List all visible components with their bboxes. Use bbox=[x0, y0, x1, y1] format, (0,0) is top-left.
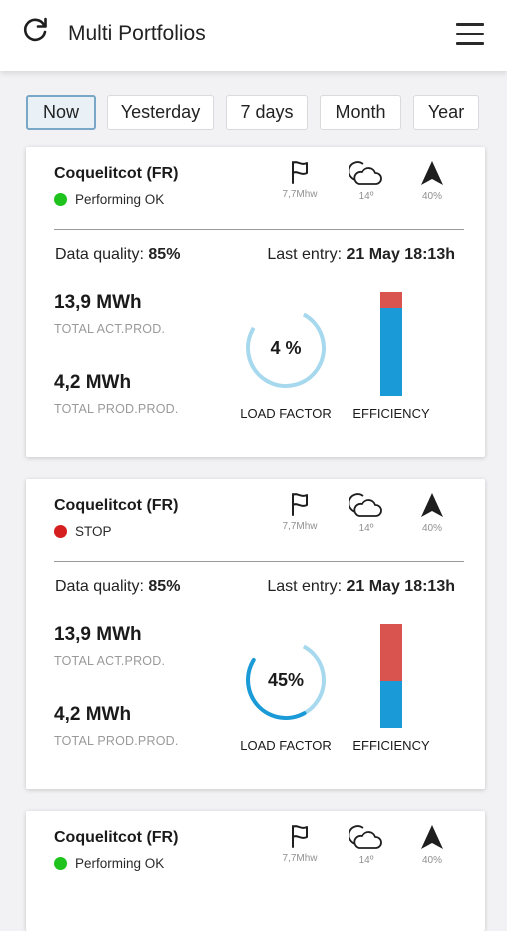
status-text: Performing OK bbox=[75, 192, 165, 207]
partly-cloudy-icon bbox=[341, 823, 391, 851]
weather-temp: 14º bbox=[341, 823, 391, 866]
status-indicator: Performing OK bbox=[54, 856, 164, 872]
total-prod-prod-label: TOTAL PROD.PROD. bbox=[54, 734, 179, 748]
tab-month[interactable]: Month bbox=[320, 95, 401, 130]
refresh-icon[interactable] bbox=[22, 16, 50, 44]
status-text: STOP bbox=[75, 524, 112, 539]
weather-temp: 14º bbox=[341, 159, 391, 202]
portfolio-card[interactable]: Coquelitcot (FR) Performing OK 7,7Mhw 14… bbox=[26, 811, 485, 931]
status-dot bbox=[54, 524, 67, 538]
weather-power: 7,7Mhw bbox=[275, 823, 325, 864]
status-indicator: Performing OK bbox=[54, 192, 164, 208]
tab-now[interactable]: Now bbox=[26, 95, 96, 130]
status-dot bbox=[54, 192, 67, 206]
load-factor-value: 4 % bbox=[270, 338, 302, 358]
status-indicator: STOP bbox=[54, 524, 112, 540]
navigation-arrow-icon bbox=[407, 491, 457, 519]
data-quality: Data quality: 85% bbox=[55, 246, 181, 263]
portfolio-card[interactable]: Coquelitcot (FR) STOP 7,7Mhw 14º 40% Dat… bbox=[26, 479, 485, 789]
site-name: Coquelitcot (FR) bbox=[54, 165, 179, 182]
load-factor-value: 45% bbox=[267, 670, 305, 690]
weather-power: 7,7Mhw bbox=[275, 491, 325, 532]
flag-icon bbox=[275, 491, 325, 517]
wind-value: 40% bbox=[421, 855, 442, 866]
temperature-value: 14º bbox=[358, 523, 374, 534]
top-bar: Multi Portfolios bbox=[0, 0, 507, 71]
total-act-prod-label: TOTAL ACT.PROD. bbox=[54, 654, 166, 668]
total-prod-prod-label: TOTAL PROD.PROD. bbox=[54, 402, 179, 416]
weather-wind: 40% bbox=[407, 159, 457, 202]
wind-value: 40% bbox=[421, 523, 442, 534]
status-text: Performing OK bbox=[75, 856, 165, 871]
page-title: Multi Portfolios bbox=[68, 22, 206, 45]
power-value: 7,7Mhw bbox=[282, 521, 318, 532]
temperature-value: 14º bbox=[358, 191, 374, 202]
load-factor-label: LOAD FACTOR bbox=[240, 738, 332, 753]
partly-cloudy-icon bbox=[341, 159, 391, 187]
tab-yesterday[interactable]: Yesterday bbox=[107, 95, 214, 130]
weather-power: 7,7Mhw bbox=[275, 159, 325, 200]
total-prod-prod-value: 4,2 MWh bbox=[54, 372, 132, 393]
navigation-arrow-icon bbox=[407, 159, 457, 187]
efficiency-bar bbox=[380, 624, 402, 728]
last-entry: Last entry: 21 May 18:13h bbox=[267, 578, 455, 595]
flag-icon bbox=[275, 823, 325, 849]
efficiency-fill bbox=[380, 681, 402, 728]
divider bbox=[54, 229, 464, 230]
data-quality: Data quality: 85% bbox=[55, 578, 181, 595]
efficiency-fill bbox=[380, 307, 402, 396]
efficiency-label: EFFICIENCY bbox=[352, 738, 430, 753]
tab-7-days[interactable]: 7 days bbox=[226, 95, 308, 130]
divider bbox=[54, 561, 464, 562]
efficiency-label: EFFICIENCY bbox=[352, 406, 430, 421]
power-value: 7,7Mhw bbox=[282, 853, 318, 864]
wind-value: 40% bbox=[421, 191, 442, 202]
hamburger-menu-icon[interactable] bbox=[456, 23, 484, 47]
load-factor-label: LOAD FACTOR bbox=[240, 406, 332, 421]
status-dot bbox=[54, 856, 67, 870]
navigation-arrow-icon bbox=[407, 823, 457, 851]
partly-cloudy-icon bbox=[341, 491, 391, 519]
total-act-prod-value: 13,9 MWh bbox=[54, 292, 142, 313]
power-value: 7,7Mhw bbox=[282, 189, 318, 200]
total-prod-prod-value: 4,2 MWh bbox=[54, 704, 132, 725]
efficiency-bar bbox=[380, 292, 402, 396]
tab-year[interactable]: Year bbox=[413, 95, 479, 130]
weather-temp: 14º bbox=[341, 491, 391, 534]
temperature-value: 14º bbox=[358, 855, 374, 866]
weather-wind: 40% bbox=[407, 491, 457, 534]
weather-wind: 40% bbox=[407, 823, 457, 866]
site-name: Coquelitcot (FR) bbox=[54, 829, 179, 846]
period-tabs: Now Yesterday 7 days Month Year bbox=[26, 95, 481, 131]
site-name: Coquelitcot (FR) bbox=[54, 497, 179, 514]
last-entry: Last entry: 21 May 18:13h bbox=[267, 246, 455, 263]
total-act-prod-value: 13,9 MWh bbox=[54, 624, 142, 645]
total-act-prod-label: TOTAL ACT.PROD. bbox=[54, 322, 166, 336]
portfolio-card[interactable]: Coquelitcot (FR) Performing OK 7,7Mhw 14… bbox=[26, 147, 485, 457]
flag-icon bbox=[275, 159, 325, 185]
